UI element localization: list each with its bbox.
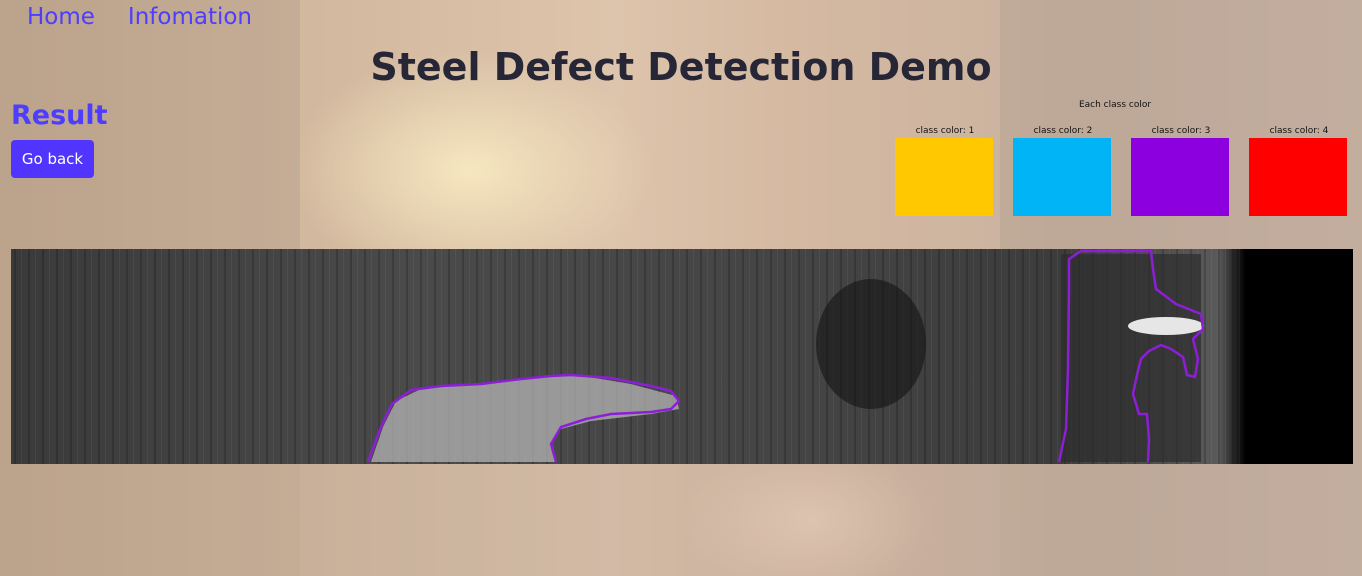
legend-swatch [1013, 138, 1111, 216]
nav-home-link[interactable]: Home [27, 2, 95, 32]
legend-swatch [895, 138, 993, 216]
legend-item-class-2: class color: 2 [1013, 126, 1113, 216]
legend-label: class color: 2 [1033, 126, 1093, 136]
go-back-button[interactable]: Go back [11, 140, 94, 178]
result-heading: Result [11, 100, 108, 131]
defect-region-2 [1061, 254, 1201, 462]
top-nav: Home Infomation [27, 2, 252, 32]
bright-defect-spot [1128, 317, 1204, 335]
legend-label: class color: 4 [1269, 126, 1329, 136]
legend-label: class color: 1 [915, 126, 975, 136]
dark-stain [816, 279, 926, 409]
class-color-legend: Each class color class color: 1 class co… [895, 100, 1350, 220]
legend-item-class-1: class color: 1 [895, 126, 995, 216]
steel-surface-svg [11, 249, 1353, 464]
legend-label: class color: 3 [1151, 126, 1211, 136]
page-title: Steel Defect Detection Demo [370, 45, 992, 89]
legend-item-class-3: class color: 3 [1131, 126, 1231, 216]
legend-swatch [1131, 138, 1229, 216]
nav-information-link[interactable]: Infomation [128, 2, 252, 32]
legend-item-class-4: class color: 4 [1249, 126, 1349, 216]
legend-swatch [1249, 138, 1347, 216]
steel-result-image [11, 249, 1353, 464]
steel-texture [11, 249, 1241, 464]
legend-title: Each class color [1078, 100, 1152, 110]
